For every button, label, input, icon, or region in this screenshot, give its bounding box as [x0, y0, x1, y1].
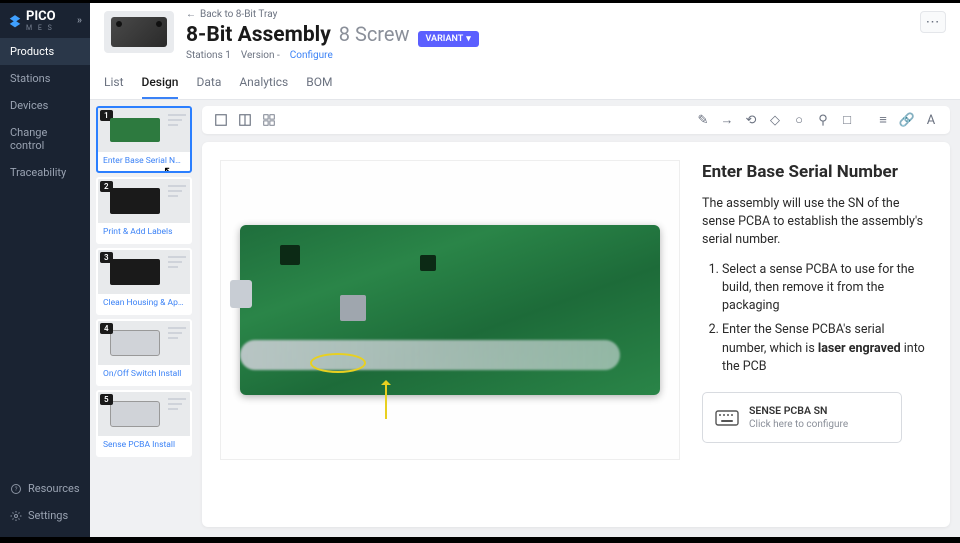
meta-version: Version - — [241, 50, 280, 61]
configure-field-box[interactable]: SENSE PCBA SN Click here to configure — [702, 392, 902, 444]
instructions-intro: The assembly will use the SN of the sens… — [702, 195, 932, 249]
step-card-5[interactable]: 5 Sense PCBA Install — [96, 390, 192, 457]
pin-icon[interactable]: ⚲ — [814, 111, 832, 129]
tabs: List Design Data Analytics BOM — [104, 69, 946, 99]
step-card-2[interactable]: 2 Print & Add Labels — [96, 177, 192, 244]
keyboard-icon — [715, 408, 739, 428]
annotation-circle — [310, 353, 366, 373]
annotation-arrow — [385, 381, 387, 419]
arrow-left-icon: ← — [186, 9, 196, 20]
attach-icon[interactable]: 🔗 — [898, 111, 916, 129]
collapse-icon[interactable]: » — [77, 15, 82, 26]
step-card-1[interactable]: 1 ↖ Enter Base Serial Number — [96, 106, 192, 173]
instructions-panel: Enter Base Serial Number The assembly wi… — [702, 160, 932, 509]
page-subtitle: 8 Screw — [339, 22, 410, 46]
logo-icon — [8, 14, 22, 28]
list-icon[interactable]: ≡ — [874, 111, 892, 129]
gear-icon — [10, 510, 22, 522]
nav-products[interactable]: Products — [0, 38, 90, 65]
nav-traceability[interactable]: Traceability — [0, 159, 90, 186]
layout-split-icon[interactable] — [236, 111, 254, 129]
tab-design[interactable]: Design — [142, 69, 179, 99]
square-icon[interactable]: □ — [838, 111, 856, 129]
text-icon[interactable]: A — [922, 111, 940, 129]
tab-analytics[interactable]: Analytics — [239, 69, 288, 99]
arrow-tool-icon[interactable]: → — [718, 111, 736, 129]
step-list: 1 ↖ Enter Base Serial Number 2 Print & A… — [96, 106, 192, 527]
step-label: Sense PCBA Install — [98, 436, 190, 455]
brand-name: PICO — [26, 9, 56, 24]
chevron-down-icon: ▾ — [466, 34, 471, 44]
instruction-item: Enter the Sense PCBA's serial number, wh… — [722, 321, 932, 375]
instruction-item: Select a sense PCBA to use for the build… — [722, 261, 932, 315]
step-card-4[interactable]: 4 On/Off Switch Install — [96, 319, 192, 386]
meta-stations: Stations 1 — [186, 50, 231, 61]
variant-badge[interactable]: VARIANT ▾ — [418, 31, 479, 47]
pen-icon[interactable]: ✎ — [694, 111, 712, 129]
config-sub: Click here to configure — [749, 418, 848, 433]
tab-bom[interactable]: BOM — [306, 69, 332, 99]
tab-data[interactable]: Data — [196, 69, 221, 99]
nav-bottom: ? Resources Settings — [0, 475, 90, 537]
more-button[interactable]: ⋯ — [920, 11, 946, 33]
canvas: Enter Base Serial Number The assembly wi… — [202, 142, 950, 527]
nav-main: Products Stations Devices Change control… — [0, 38, 90, 475]
highlight-icon[interactable]: ◇ — [766, 111, 784, 129]
nav-change-control[interactable]: Change control — [0, 119, 90, 159]
nav-settings[interactable]: Settings — [0, 502, 90, 529]
instructions-heading: Enter Base Serial Number — [702, 160, 932, 185]
circle-icon[interactable]: ○ — [790, 111, 808, 129]
sidebar: PICO M E S » Products Stations Devices C… — [0, 3, 90, 537]
step-label: Clean Housing & Apply L... — [98, 294, 190, 313]
step-label: Print & Add Labels — [98, 223, 190, 242]
layout-single-icon[interactable] — [212, 111, 230, 129]
back-link[interactable]: ← Back to 8-Bit Tray — [186, 9, 479, 20]
help-icon: ? — [10, 483, 22, 495]
nav-stations[interactable]: Stations — [0, 65, 90, 92]
link-icon[interactable]: ⟲ — [742, 111, 760, 129]
tab-list[interactable]: List — [104, 69, 124, 99]
config-title: SENSE PCBA SN — [749, 403, 848, 418]
step-label: Enter Base Serial Number — [98, 152, 190, 171]
logo[interactable]: PICO M E S » — [0, 3, 90, 38]
layout-grid-icon[interactable] — [260, 111, 278, 129]
canvas-toolbar: ✎ → ⟲ ◇ ○ ⚲ □ ≡ 🔗 A — [202, 106, 950, 134]
page-title: 8-Bit Assembly — [186, 23, 331, 47]
step-image — [220, 160, 680, 460]
svg-text:?: ? — [15, 486, 18, 493]
step-card-3[interactable]: 3 Clean Housing & Apply L... — [96, 248, 192, 315]
configure-link[interactable]: Configure — [290, 50, 333, 61]
header-meta: Stations 1 Version - Configure — [186, 50, 479, 61]
nav-devices[interactable]: Devices — [0, 92, 90, 119]
header: ⋯ ← Back to 8-Bit Tray 8-Bit Assembly 8 … — [90, 3, 960, 100]
nav-resources[interactable]: ? Resources — [0, 475, 90, 502]
step-label: On/Off Switch Install — [98, 365, 190, 384]
product-thumbnail — [104, 11, 174, 53]
brand-sub: M E S — [26, 24, 56, 32]
